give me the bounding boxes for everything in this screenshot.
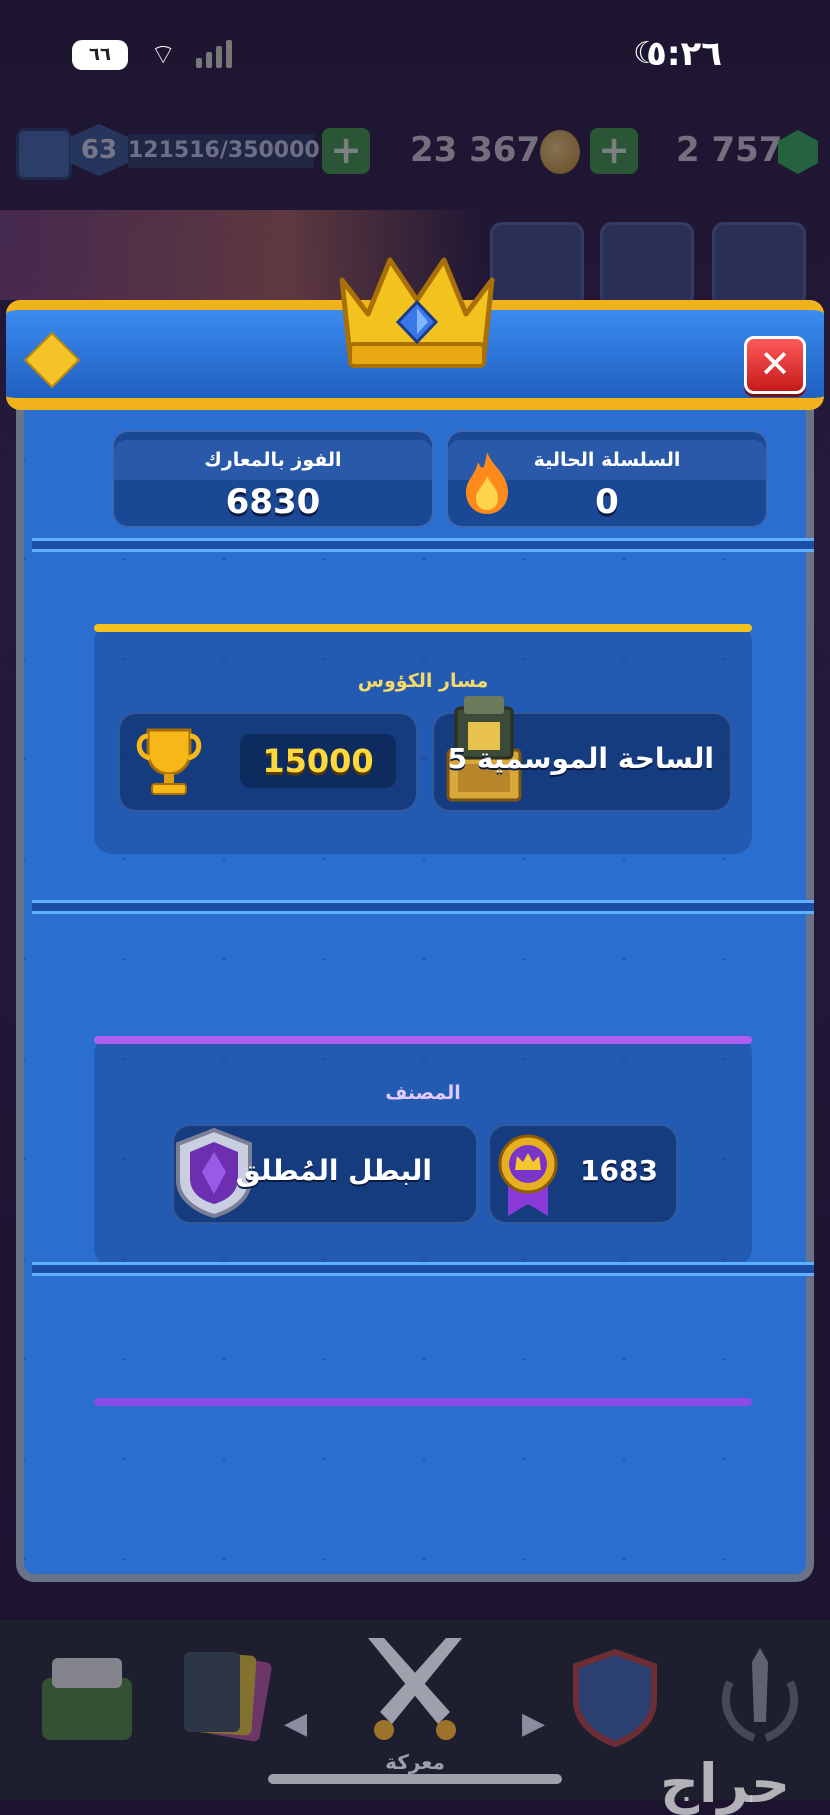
king-level: 63 bbox=[70, 124, 128, 176]
add-xp-button[interactable]: + bbox=[322, 128, 370, 174]
tab-battle-label: معركة bbox=[385, 1750, 445, 1774]
section-divider bbox=[32, 1262, 814, 1276]
battle-wins-label: الفوز بالمعارك bbox=[114, 440, 432, 480]
arena-number: 5 bbox=[447, 742, 468, 775]
trophies-pill: 15000 bbox=[118, 712, 418, 812]
xp-progress: 121516/350000 bbox=[128, 134, 320, 168]
menu-icon bbox=[712, 222, 806, 308]
news-icon bbox=[600, 222, 694, 308]
ranked-medal-icon bbox=[498, 1134, 558, 1216]
resource-bar: 63 121516/350000 + 23 367 + 2 757 bbox=[0, 120, 830, 190]
ranked-title: المصنف bbox=[385, 1082, 461, 1104]
laurel-sword-icon bbox=[722, 1648, 798, 1742]
profile-stats-modal: الفوز بالمعارك 6830 السلسلة الحالية 0 مس… bbox=[6, 257, 824, 1582]
nav-left-arrow-icon[interactable]: ◀ bbox=[284, 1706, 307, 1741]
tab-cards[interactable] bbox=[160, 1630, 310, 1780]
battery-indicator: ٦٦ bbox=[72, 40, 128, 70]
trophy-road-panel: مسار الكؤوس 15000 الساحة الموسمية 5 bbox=[94, 624, 752, 854]
crown-icon bbox=[339, 257, 495, 368]
status-bar: ٦٦ ⌔ ☾ ٥:٢٦ bbox=[0, 0, 830, 100]
gold-amount: 23 367 bbox=[410, 130, 541, 170]
friends-icon bbox=[490, 222, 584, 308]
modal-body: الفوز بالمعارك 6830 السلسلة الحالية 0 مس… bbox=[16, 360, 814, 1582]
battle-wins-box: الفوز بالمعارك 6830 bbox=[112, 430, 434, 528]
ranked-panel: المصنف البطل المُطلق 1683 bbox=[94, 1036, 752, 1266]
diamond-icon bbox=[23, 331, 81, 389]
section-divider bbox=[32, 900, 814, 914]
tab-shop[interactable] bbox=[18, 1630, 168, 1780]
shop-icon bbox=[42, 1658, 132, 1740]
close-button[interactable]: ✕ bbox=[744, 336, 806, 394]
trophy-road-accent bbox=[94, 624, 752, 632]
battle-wins-value: 6830 bbox=[225, 482, 321, 522]
section-divider bbox=[32, 538, 814, 552]
arena-name-row: الساحة الموسمية 5 bbox=[448, 742, 714, 775]
status-time: ٥:٢٦ bbox=[646, 34, 722, 74]
ranked-accent bbox=[94, 1036, 752, 1044]
gem-icon bbox=[778, 130, 818, 174]
clan-shield-icon bbox=[573, 1648, 657, 1748]
next-panel-accent bbox=[94, 1398, 752, 1406]
gems-amount: 2 757 bbox=[676, 130, 783, 170]
ranked-rating: 1683 bbox=[580, 1154, 658, 1187]
watermark-logo: حراج bbox=[660, 1752, 790, 1815]
league-name: البطل المُطلق bbox=[235, 1154, 432, 1187]
trophy-icon bbox=[136, 728, 202, 795]
add-gold-button[interactable]: + bbox=[590, 128, 638, 174]
tab-battle[interactable]: معركة bbox=[340, 1630, 490, 1780]
home-indicator[interactable] bbox=[268, 1774, 562, 1784]
arena-pill[interactable]: الساحة الموسمية 5 bbox=[432, 696, 732, 812]
trophy-count: 15000 bbox=[240, 734, 396, 788]
signal-icon bbox=[196, 40, 232, 68]
league-pill[interactable]: البطل المُطلق bbox=[172, 1124, 478, 1224]
flame-icon bbox=[466, 452, 508, 514]
next-panel bbox=[94, 1398, 752, 1438]
arena-name: الساحة الموسمية bbox=[476, 742, 714, 775]
gold-coin-icon bbox=[540, 130, 580, 174]
current-streak-box: السلسلة الحالية 0 bbox=[446, 430, 768, 528]
wifi-icon: ⌔ bbox=[150, 38, 177, 71]
king-icon bbox=[16, 128, 72, 180]
rating-pill: 1683 bbox=[488, 1124, 678, 1224]
crossed-swords-icon bbox=[368, 1638, 462, 1740]
trophy-road-title: مسار الكؤوس bbox=[357, 670, 489, 692]
cards-icon bbox=[184, 1652, 272, 1742]
